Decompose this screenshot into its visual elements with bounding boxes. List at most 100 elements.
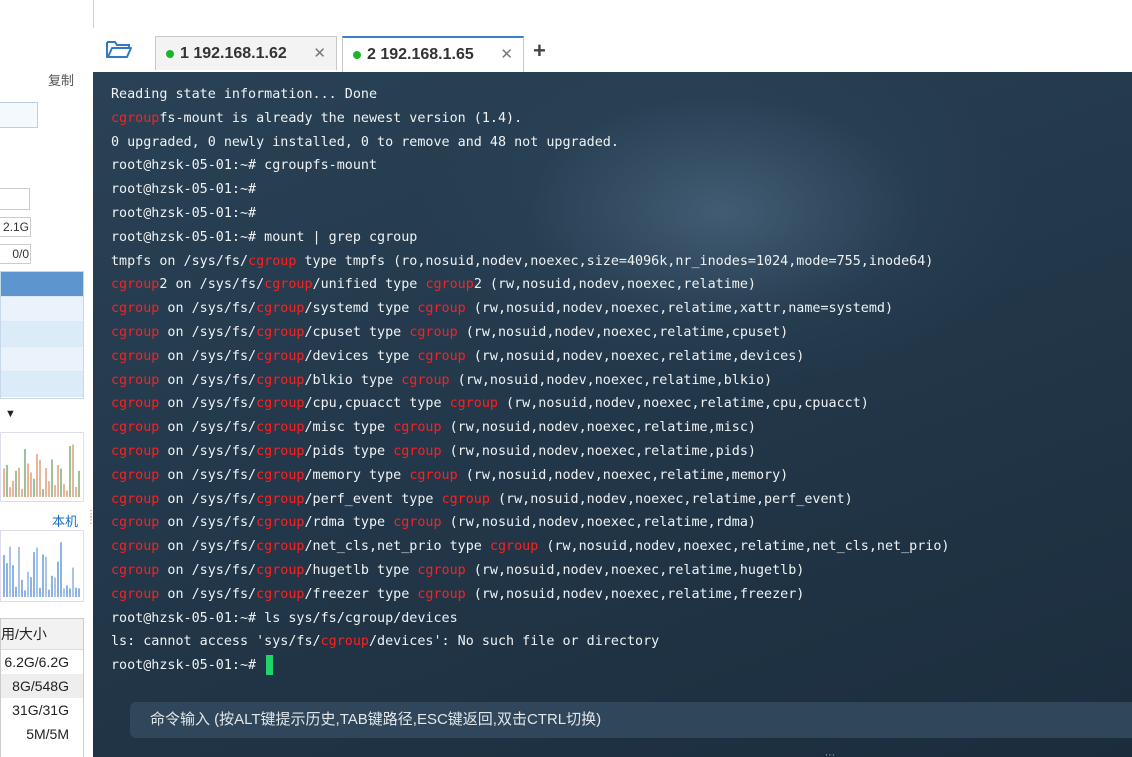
local-label[interactable]: 本机	[52, 511, 78, 530]
chart-bar	[9, 487, 11, 497]
chart-bar	[33, 552, 35, 597]
chart-bar	[15, 586, 17, 597]
chart-bar	[36, 547, 38, 597]
tab-session-1[interactable]: 1 192.168.1.62 ✕	[155, 36, 337, 70]
chart-bar	[39, 460, 41, 497]
command-input[interactable]: 命令输入 (按ALT键提示历史,TAB键路径,ESC键返回,双击CTRL切换)	[130, 702, 1132, 738]
chart-bar	[45, 468, 47, 497]
chart-bar	[60, 542, 62, 597]
terminal[interactable]: Reading state information... Done cgroupf…	[93, 72, 1132, 757]
chart-bar	[66, 490, 68, 497]
chart-bar	[30, 577, 32, 597]
chart-bar	[48, 481, 50, 497]
terminal-line: cgroup on /sys/fs/cgroup/perf_event type…	[111, 491, 853, 507]
folder-icon[interactable]	[105, 38, 133, 65]
tab-session-2[interactable]: 2 192.168.1.65 ✕	[342, 36, 524, 72]
terminal-line: root@hzsk-05-01:~#	[111, 654, 949, 678]
chart-bar	[42, 489, 44, 497]
chart-bar	[12, 565, 14, 597]
chart-bar	[57, 561, 59, 597]
terminal-line: cgroup on /sys/fs/cgroup/blkio type cgro…	[111, 372, 773, 388]
terminal-line: cgroup on /sys/fs/cgroup/systemd type cg…	[111, 301, 894, 317]
table-row: 31G/31G	[12, 702, 69, 718]
chart-bar	[21, 489, 23, 497]
info-field	[0, 188, 30, 210]
terminal-line: 0 upgraded, 0 newly installed, 0 to remo…	[111, 134, 619, 150]
tab-label: 2 192.168.1.65	[367, 46, 474, 63]
chart-bar	[18, 546, 20, 597]
chart-bar	[30, 472, 32, 497]
io-chart	[0, 530, 84, 602]
terminal-line: cgroup on /sys/fs/cgroup/devices type cg…	[111, 348, 805, 364]
terminal-line: cgroup on /sys/fs/cgroup/cpuset type cgr…	[111, 324, 789, 340]
process-row[interactable]	[1, 322, 83, 347]
process-row[interactable]	[1, 347, 83, 372]
resize-grip-icon[interactable]: ⋯	[825, 750, 836, 757]
terminal-line: cgroup on /sys/fs/cgroup/pids type cgrou…	[111, 443, 756, 459]
chart-bar	[12, 480, 14, 497]
chart-bar	[9, 546, 11, 597]
chart-bar	[69, 446, 71, 497]
chart-bar	[78, 588, 80, 597]
chart-bar	[66, 585, 68, 597]
close-icon[interactable]: ✕	[313, 37, 326, 71]
caret-down-icon[interactable]: ▼	[5, 408, 16, 420]
table-row: 6.2G/6.2G	[4, 654, 69, 670]
terminal-cursor	[266, 655, 274, 676]
network-chart	[0, 432, 84, 502]
terminal-line: root@hzsk-05-01:~#	[111, 205, 257, 221]
status-dot-icon	[353, 50, 361, 59]
chart-bar	[72, 444, 74, 497]
chart-bar	[21, 579, 23, 597]
chart-bar	[27, 463, 29, 497]
terminal-line: root@hzsk-05-01:~#	[111, 182, 257, 198]
tab-label: 1 192.168.1.62	[180, 45, 287, 62]
left-panel: 复制 2.1G 0/0 ▼ 本机 ⋮⋮ 用/大小 6.2G/6.2G 8G/54…	[0, 0, 94, 757]
terminal-line: cgroup on /sys/fs/cgroup/hugetlb type cg…	[111, 562, 805, 578]
info-input[interactable]	[0, 102, 38, 128]
chart-bar	[45, 556, 47, 597]
process-row[interactable]	[1, 297, 83, 322]
terminal-line: cgroup on /sys/fs/cgroup/freezer type cg…	[111, 586, 805, 602]
chart-bar	[24, 449, 26, 497]
chart-bar	[75, 587, 77, 597]
chart-bar	[15, 470, 17, 497]
chart-bar	[69, 588, 71, 597]
chart-bar	[57, 464, 59, 497]
copy-button[interactable]: 复制	[48, 70, 74, 89]
process-row[interactable]	[1, 372, 83, 397]
table-row: 8G/548G	[1, 674, 83, 698]
chart-bar	[33, 478, 35, 497]
terminal-line: ls: cannot access 'sys/fs/cgroup/devices…	[111, 634, 660, 650]
chart-bar	[6, 563, 8, 597]
chart-bar	[39, 587, 41, 597]
close-icon[interactable]: ✕	[500, 38, 513, 71]
terminal-output: Reading state information... Done cgroupf…	[111, 83, 949, 678]
command-input-placeholder: 命令输入 (按ALT键提示历史,TAB键路径,ESC键返回,双击CTRL切换)	[150, 711, 602, 728]
table-row: 5M/5M	[26, 726, 69, 742]
chart-bar	[24, 590, 26, 597]
process-list	[0, 271, 84, 399]
terminal-line: cgroup2 on /sys/fs/cgroup/unified type c…	[111, 277, 756, 293]
swap-value: 0/0	[0, 244, 31, 264]
terminal-line: cgroup on /sys/fs/cgroup/memory type cgr…	[111, 467, 789, 483]
terminal-line: cgroupfs-mount is already the newest ver…	[111, 110, 523, 126]
tab-bar: 1 192.168.1.62 ✕ 2 192.168.1.65 ✕ +	[93, 28, 1132, 72]
terminal-line: root@hzsk-05-01:~# mount | grep cgroup	[111, 229, 418, 245]
process-row[interactable]	[1, 272, 83, 297]
chart-bar	[3, 555, 5, 597]
chart-bar	[18, 467, 20, 497]
terminal-line: tmpfs on /sys/fs/cgroup type tmpfs (ro,n…	[111, 253, 934, 269]
add-tab-icon[interactable]: +	[533, 38, 546, 64]
chart-bar	[54, 485, 56, 497]
chart-bar	[75, 486, 77, 497]
chart-bar	[60, 468, 62, 497]
disk-table-header: 用/大小	[1, 619, 83, 650]
chart-bar	[27, 571, 29, 597]
chart-bar	[51, 575, 53, 597]
chart-bar	[3, 468, 5, 497]
terminal-line: cgroup on /sys/fs/cgroup/cpu,cpuacct typ…	[111, 396, 869, 412]
terminal-line: root@hzsk-05-01:~# cgroupfs-mount	[111, 158, 378, 174]
chart-bar	[42, 554, 44, 597]
chart-bar	[63, 484, 65, 497]
